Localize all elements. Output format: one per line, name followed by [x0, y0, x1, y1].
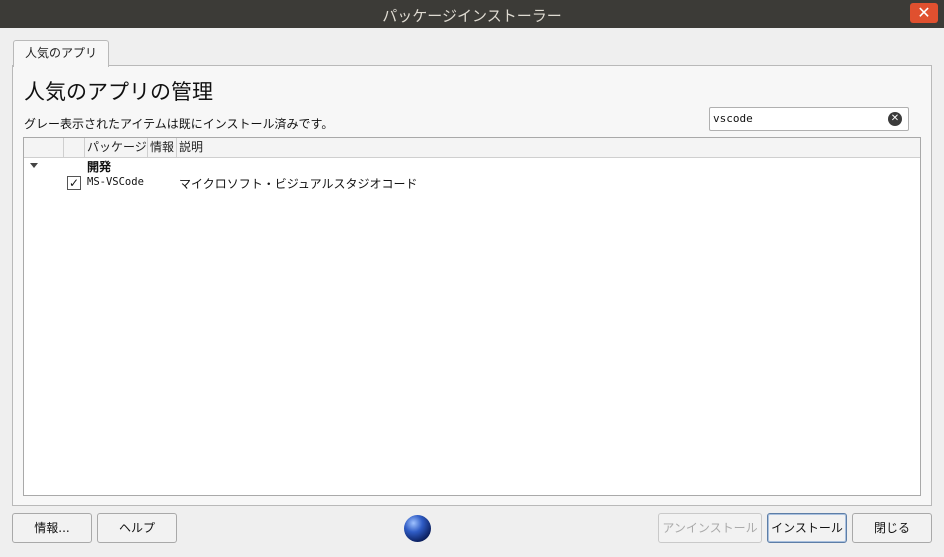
- header-info[interactable]: 情報: [148, 138, 177, 157]
- title-bar[interactable]: パッケージインストーラー ✕: [0, 0, 944, 28]
- install-button[interactable]: インストール: [767, 513, 847, 543]
- search-value[interactable]: vscode: [713, 112, 753, 125]
- page-title: 人気のアプリの管理: [24, 80, 213, 104]
- tab-popular-apps[interactable]: 人気のアプリ: [13, 40, 109, 67]
- package-installer-window: パッケージインストーラー ✕ 人気のアプリ 人気のアプリの管理 グレー表示された…: [0, 0, 944, 557]
- clear-search-icon[interactable]: ✕: [888, 112, 902, 126]
- close-button[interactable]: 閉じる: [852, 513, 932, 543]
- list-header: パッケージ 情報 説明: [24, 138, 920, 158]
- group-development: 開発: [87, 160, 112, 174]
- info-button[interactable]: 情報...: [12, 513, 92, 543]
- package-name[interactable]: MS-VSCode: [87, 176, 144, 188]
- installed-note: グレー表示されたアイテムは既にインストール済みです。: [24, 117, 334, 131]
- header-description[interactable]: 説明: [177, 138, 920, 157]
- close-icon: ✕: [917, 3, 931, 22]
- header-expander-column[interactable]: [24, 138, 64, 157]
- globe-icon: [404, 515, 431, 542]
- search-input[interactable]: vscode ✕: [709, 107, 909, 131]
- popular-apps-panel: 人気のアプリの管理 グレー表示されたアイテムは既にインストール済みです。 vsc…: [12, 65, 932, 506]
- uninstall-button[interactable]: アンインストール: [658, 513, 762, 543]
- package-description[interactable]: マイクロソフト・ビジュアルスタジオコード: [179, 175, 418, 192]
- close-window-button[interactable]: ✕: [910, 3, 938, 23]
- window-title: パッケージインストーラー: [382, 7, 562, 25]
- triangle-down-icon[interactable]: [30, 163, 38, 168]
- install-checkbox-ms-vscode[interactable]: ✓: [67, 176, 81, 190]
- header-check-column[interactable]: [64, 138, 85, 157]
- header-package[interactable]: パッケージ: [85, 138, 148, 157]
- help-button[interactable]: ヘルプ: [97, 513, 177, 543]
- package-list[interactable]: パッケージ 情報 説明 開発 ✓ MS-VSCode マイクロソフト・ビジュアル…: [23, 137, 921, 496]
